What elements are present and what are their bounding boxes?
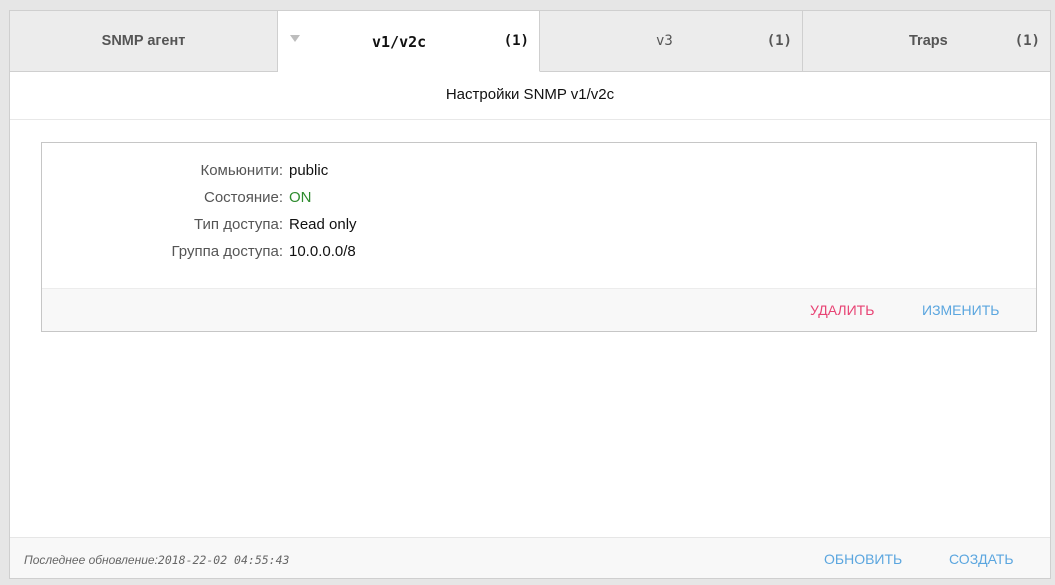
community-card: Комьюнити: public Состояние: ON Тип дост… xyxy=(41,142,1037,332)
tab-label: v3 xyxy=(656,33,673,49)
last-update-status: Последнее обновление:2018-22-02 04:55:43 xyxy=(24,553,289,567)
panel: SNMP агент v1/v2c (1) v3 (1) Traps (1) Н… xyxy=(9,10,1051,579)
tab-label: Traps xyxy=(909,33,948,49)
tab-v3[interactable]: v3 (1) xyxy=(540,11,803,72)
field-label: Комьюнити: xyxy=(200,162,283,179)
edit-button[interactable]: ИЗМЕНИТЬ xyxy=(922,302,999,318)
tab-count: (1) xyxy=(503,33,529,49)
tab-count: (1) xyxy=(1014,33,1040,49)
tab-label: SNMP агент xyxy=(101,33,186,49)
footer: Последнее обновление:2018-22-02 04:55:43… xyxy=(10,537,1050,578)
create-button[interactable]: СОЗДАТЬ xyxy=(949,551,1014,567)
field-label: Тип доступа: xyxy=(194,216,283,233)
tab-label: v1/v2c xyxy=(372,33,427,51)
field-value: public xyxy=(289,162,329,179)
field-label: Группа доступа: xyxy=(171,243,283,260)
field-state: Состояние: ON xyxy=(42,184,357,211)
tab-traps[interactable]: Traps (1) xyxy=(803,11,1050,72)
field-access-group: Группа доступа: 10.0.0.0/8 xyxy=(42,238,357,265)
tab-count: (1) xyxy=(766,33,792,49)
app-frame: SNMP агент v1/v2c (1) v3 (1) Traps (1) Н… xyxy=(0,0,1055,585)
field-access-type: Тип доступа: Read only xyxy=(42,211,357,238)
field-value: Read only xyxy=(289,216,357,233)
chevron-down-icon[interactable] xyxy=(290,35,300,42)
tab-v1-v2c[interactable]: v1/v2c (1) xyxy=(278,11,540,72)
last-update-label: Последнее обновление: xyxy=(24,553,158,567)
page-title: Настройки SNMP v1/v2c xyxy=(10,72,1050,120)
field-value: 10.0.0.0/8 xyxy=(289,243,356,260)
field-label: Состояние: xyxy=(203,189,283,206)
refresh-button[interactable]: ОБНОВИТЬ xyxy=(824,551,902,567)
delete-button[interactable]: УДАЛИТЬ xyxy=(810,302,874,318)
last-update-timestamp: 2018-22-02 04:55:43 xyxy=(157,553,290,567)
card-actions: УДАЛИТЬ ИЗМЕНИТЬ xyxy=(42,288,1036,331)
tab-bar: SNMP агент v1/v2c (1) v3 (1) Traps (1) xyxy=(10,11,1050,72)
status-value: ON xyxy=(289,189,312,206)
tab-snmp-agent[interactable]: SNMP агент xyxy=(10,11,278,72)
field-community: Комьюнити: public xyxy=(42,157,357,184)
community-fields: Комьюнити: public Состояние: ON Тип дост… xyxy=(42,157,357,265)
